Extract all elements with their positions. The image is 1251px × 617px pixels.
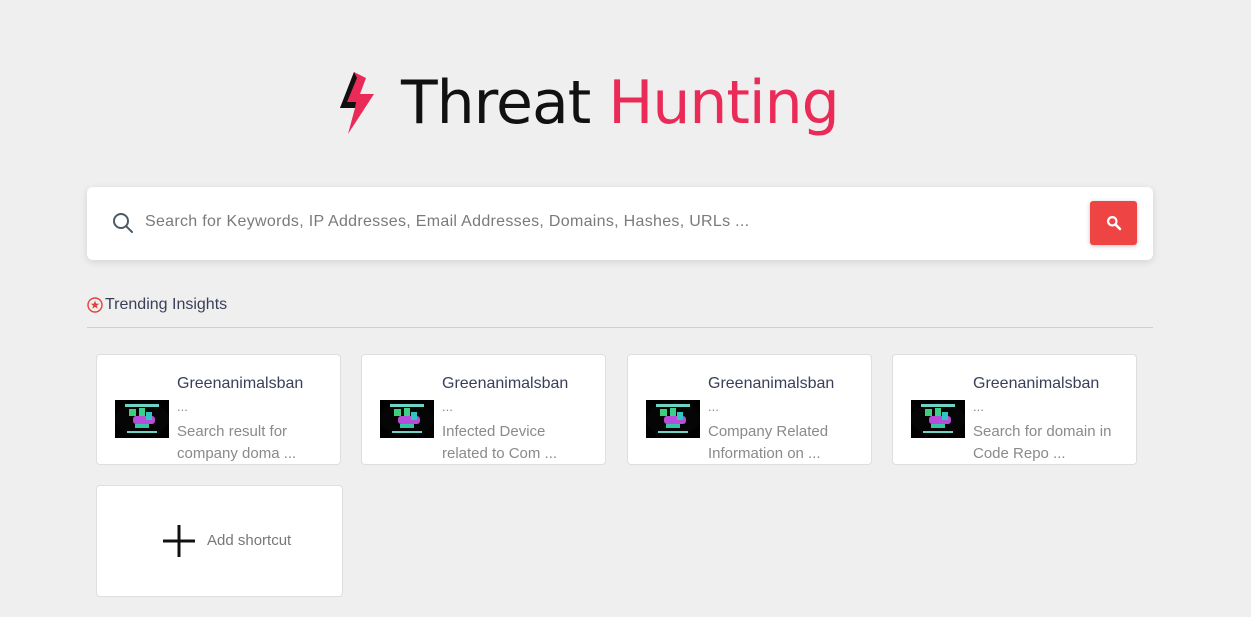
card-description: Company Related Information on ... xyxy=(708,423,829,462)
card-ellipsis: ... xyxy=(442,399,453,414)
search-button[interactable] xyxy=(1090,201,1137,245)
card-ellipsis: ... xyxy=(177,399,188,414)
search-bar xyxy=(87,187,1153,260)
search-icon xyxy=(113,213,133,233)
card-title: Greenanimalsban xyxy=(973,375,1100,392)
trending-card[interactable]: Greenanimalsban ... Search for domain in… xyxy=(892,354,1137,465)
card-ellipsis: ... xyxy=(708,399,719,414)
app-logo: Threat Hunting xyxy=(338,68,840,148)
app-title-part2: Hunting xyxy=(608,68,839,138)
trending-card[interactable]: Greenanimalsban ... Company Related Info… xyxy=(627,354,872,465)
lightning-bolt-icon xyxy=(340,72,374,134)
thumbnail-image xyxy=(115,400,169,438)
search-input[interactable] xyxy=(145,205,1125,239)
trending-title: Trending Insights xyxy=(105,296,228,313)
trending-card[interactable]: Greenanimalsban ... Search result for co… xyxy=(96,354,341,465)
search-button-icon xyxy=(1106,216,1121,231)
thumbnail-image xyxy=(380,400,434,438)
star-circle-icon xyxy=(87,297,103,313)
thumbnail-image xyxy=(911,400,965,438)
card-description: Search for domain in Code Repo ... xyxy=(973,423,1112,462)
add-shortcut-label: Add shortcut xyxy=(207,532,292,549)
card-ellipsis: ... xyxy=(973,399,984,414)
plus-icon xyxy=(163,525,195,557)
card-title: Greenanimalsban xyxy=(708,375,835,392)
app-title: Threat Hunting xyxy=(401,68,840,138)
card-description: Search result for company doma ... xyxy=(177,423,297,462)
card-title: Greenanimalsban xyxy=(442,375,569,392)
card-title: Greenanimalsban xyxy=(177,375,304,392)
card-description: Infected Device related to Com ... xyxy=(442,423,558,462)
app-title-part1: Threat xyxy=(401,68,591,138)
trending-section-header: Trending Insights xyxy=(87,295,1153,328)
trending-card[interactable]: Greenanimalsban ... Infected Device rela… xyxy=(361,354,606,465)
add-shortcut-button[interactable]: Add shortcut xyxy=(96,485,343,597)
thumbnail-image xyxy=(646,400,700,438)
